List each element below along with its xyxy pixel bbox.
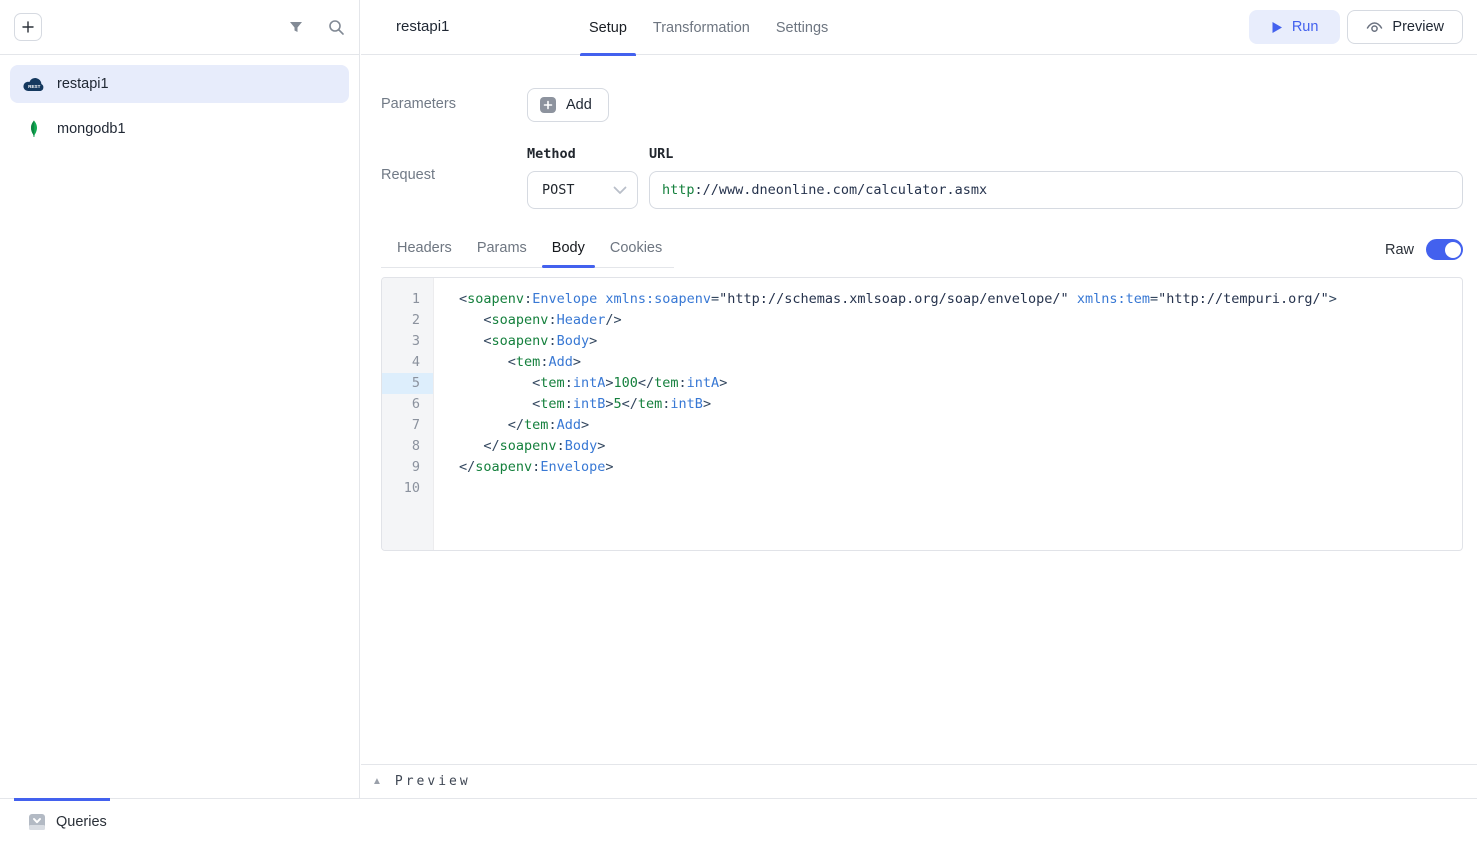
method-field: Method POST <box>527 146 638 209</box>
code-line: <soapenv:Body> <box>459 331 1462 352</box>
raw-toggle[interactable] <box>1426 239 1463 260</box>
line-number: 9 <box>382 457 433 478</box>
play-icon <box>1271 21 1283 34</box>
code-line: </soapenv:Body> <box>459 436 1462 457</box>
line-number: 5 <box>382 373 433 394</box>
plus-icon <box>540 97 556 113</box>
line-number: 1 <box>382 289 433 310</box>
tab-params[interactable]: Params <box>467 231 537 267</box>
setup-form: Parameters Add Request Method POST <box>361 88 1477 551</box>
sidebar-toolbar <box>0 0 359 55</box>
queries-icon <box>28 813 46 831</box>
search-icon[interactable] <box>327 18 345 36</box>
code-line: </soapenv:Envelope> <box>459 457 1462 478</box>
body-code-editor[interactable]: 12345678910 <soapenv:Envelope xmlns:soap… <box>381 277 1463 551</box>
sidebar-item-label: restapi1 <box>57 76 109 92</box>
url-field: URL http://www.dneonline.com/calculator.… <box>649 146 1463 209</box>
response-preview-bar[interactable]: ▲ Preview <box>361 764 1477 798</box>
header-actions: Run Preview <box>1249 10 1463 44</box>
line-number: 3 <box>382 331 433 352</box>
add-query-button[interactable] <box>14 13 42 41</box>
line-number: 8 <box>382 436 433 457</box>
code-line: <tem:intB>5</tem:intB> <box>459 394 1462 415</box>
tab-setup[interactable]: Setup <box>580 0 636 55</box>
request-label: Request <box>381 146 527 183</box>
response-preview-label: Preview <box>395 774 471 789</box>
request-config-tabs: HeadersParamsBodyCookies <box>381 231 674 268</box>
request-row: Request Method POST URL http://www.dneon… <box>381 146 1463 209</box>
method-value: POST <box>542 182 613 198</box>
bottom-segment-bar: Queries <box>0 798 1477 847</box>
queries-segment-tab[interactable]: Queries <box>28 813 107 831</box>
header-tabs: SetupTransformationSettings <box>580 0 837 55</box>
raw-label: Raw <box>1385 242 1414 258</box>
chevron-down-icon <box>613 186 627 195</box>
line-number: 2 <box>382 310 433 331</box>
collapse-up-icon: ▲ <box>372 776 382 787</box>
eye-icon <box>1366 20 1383 34</box>
app-window: REST restapi1 mongodb1 restapi1 SetupTrans… <box>0 0 1477 847</box>
url-input[interactable]: http://www.dneonline.com/calculator.asmx <box>649 171 1463 209</box>
editor-code-pane[interactable]: <soapenv:Envelope xmlns:soapenv="http://… <box>434 278 1462 550</box>
tab-cookies[interactable]: Cookies <box>600 231 672 267</box>
rest-api-cloud-icon: REST <box>22 75 46 93</box>
tab-headers[interactable]: Headers <box>387 231 462 267</box>
line-number: 6 <box>382 394 433 415</box>
run-button-label: Run <box>1292 19 1319 35</box>
parameters-label: Parameters <box>381 88 527 112</box>
method-select[interactable]: POST <box>527 171 638 209</box>
url-value-scheme: http <box>662 182 695 198</box>
sidebar: REST restapi1 mongodb1 <box>0 0 360 798</box>
tab-settings[interactable]: Settings <box>767 0 837 55</box>
raw-toggle-knob <box>1445 242 1461 258</box>
code-line: <tem:intA>100</tem:intA> <box>459 373 1462 394</box>
line-number: 7 <box>382 415 433 436</box>
preview-button-label: Preview <box>1392 19 1444 35</box>
line-number: 4 <box>382 352 433 373</box>
url-value-rest: ://www.dneonline.com/calculator.asmx <box>695 182 988 198</box>
main-header: restapi1 SetupTransformationSettings Run… <box>361 0 1477 55</box>
active-segment-indicator <box>14 798 110 801</box>
editor-gutter: 12345678910 <box>382 278 434 550</box>
code-line: <tem:Add> <box>459 352 1462 373</box>
method-label: Method <box>527 146 638 162</box>
filter-icon[interactable] <box>287 18 305 36</box>
svg-text:REST: REST <box>28 84 40 89</box>
sidebar-item-label: mongodb1 <box>57 121 126 137</box>
code-line <box>459 478 1462 499</box>
mongodb-leaf-icon <box>22 120 46 138</box>
add-parameter-button[interactable]: Add <box>527 88 609 122</box>
page-title: restapi1 <box>396 18 449 35</box>
queries-segment-label: Queries <box>56 814 107 830</box>
add-parameter-label: Add <box>566 97 592 113</box>
code-line: <soapenv:Envelope xmlns:soapenv="http://… <box>459 289 1462 310</box>
request-config-tabs-row: HeadersParamsBodyCookies Raw <box>381 231 1463 268</box>
run-button[interactable]: Run <box>1249 10 1341 44</box>
sidebar-item-mongodb1[interactable]: mongodb1 <box>10 110 349 148</box>
url-label: URL <box>649 146 1463 162</box>
code-line: </tem:Add> <box>459 415 1462 436</box>
sidebar-toolbar-icons <box>287 18 345 36</box>
parameters-row: Parameters Add <box>381 88 1463 122</box>
main-panel: restapi1 SetupTransformationSettings Run… <box>361 0 1477 798</box>
raw-toggle-group: Raw <box>1385 239 1463 260</box>
query-list: REST restapi1 mongodb1 <box>0 55 359 148</box>
line-number: 10 <box>382 478 433 499</box>
sidebar-item-restapi1[interactable]: REST restapi1 <box>10 65 349 103</box>
code-line: <soapenv:Header/> <box>459 310 1462 331</box>
tab-body[interactable]: Body <box>542 231 595 267</box>
plus-icon <box>21 20 35 34</box>
tab-transformation[interactable]: Transformation <box>644 0 759 55</box>
preview-button[interactable]: Preview <box>1347 10 1463 44</box>
